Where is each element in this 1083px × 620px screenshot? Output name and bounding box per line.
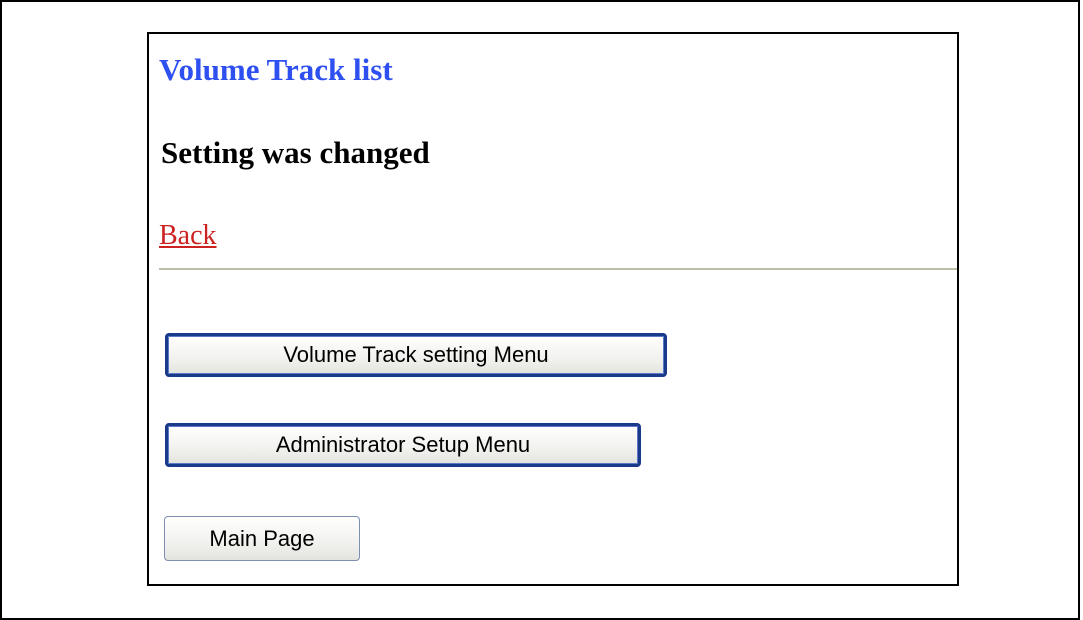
main-page-button[interactable]: Main Page <box>164 516 360 561</box>
back-link[interactable]: Back <box>159 220 217 252</box>
page-title: Volume Track list <box>159 52 393 87</box>
administrator-setup-menu-button[interactable]: Administrator Setup Menu <box>165 423 641 467</box>
volume-track-setting-menu-button[interactable]: Volume Track setting Menu <box>165 333 667 377</box>
status-message: Setting was changed <box>161 135 430 170</box>
content-panel: Volume Track list Setting was changed Ba… <box>147 32 959 586</box>
divider <box>159 268 957 270</box>
